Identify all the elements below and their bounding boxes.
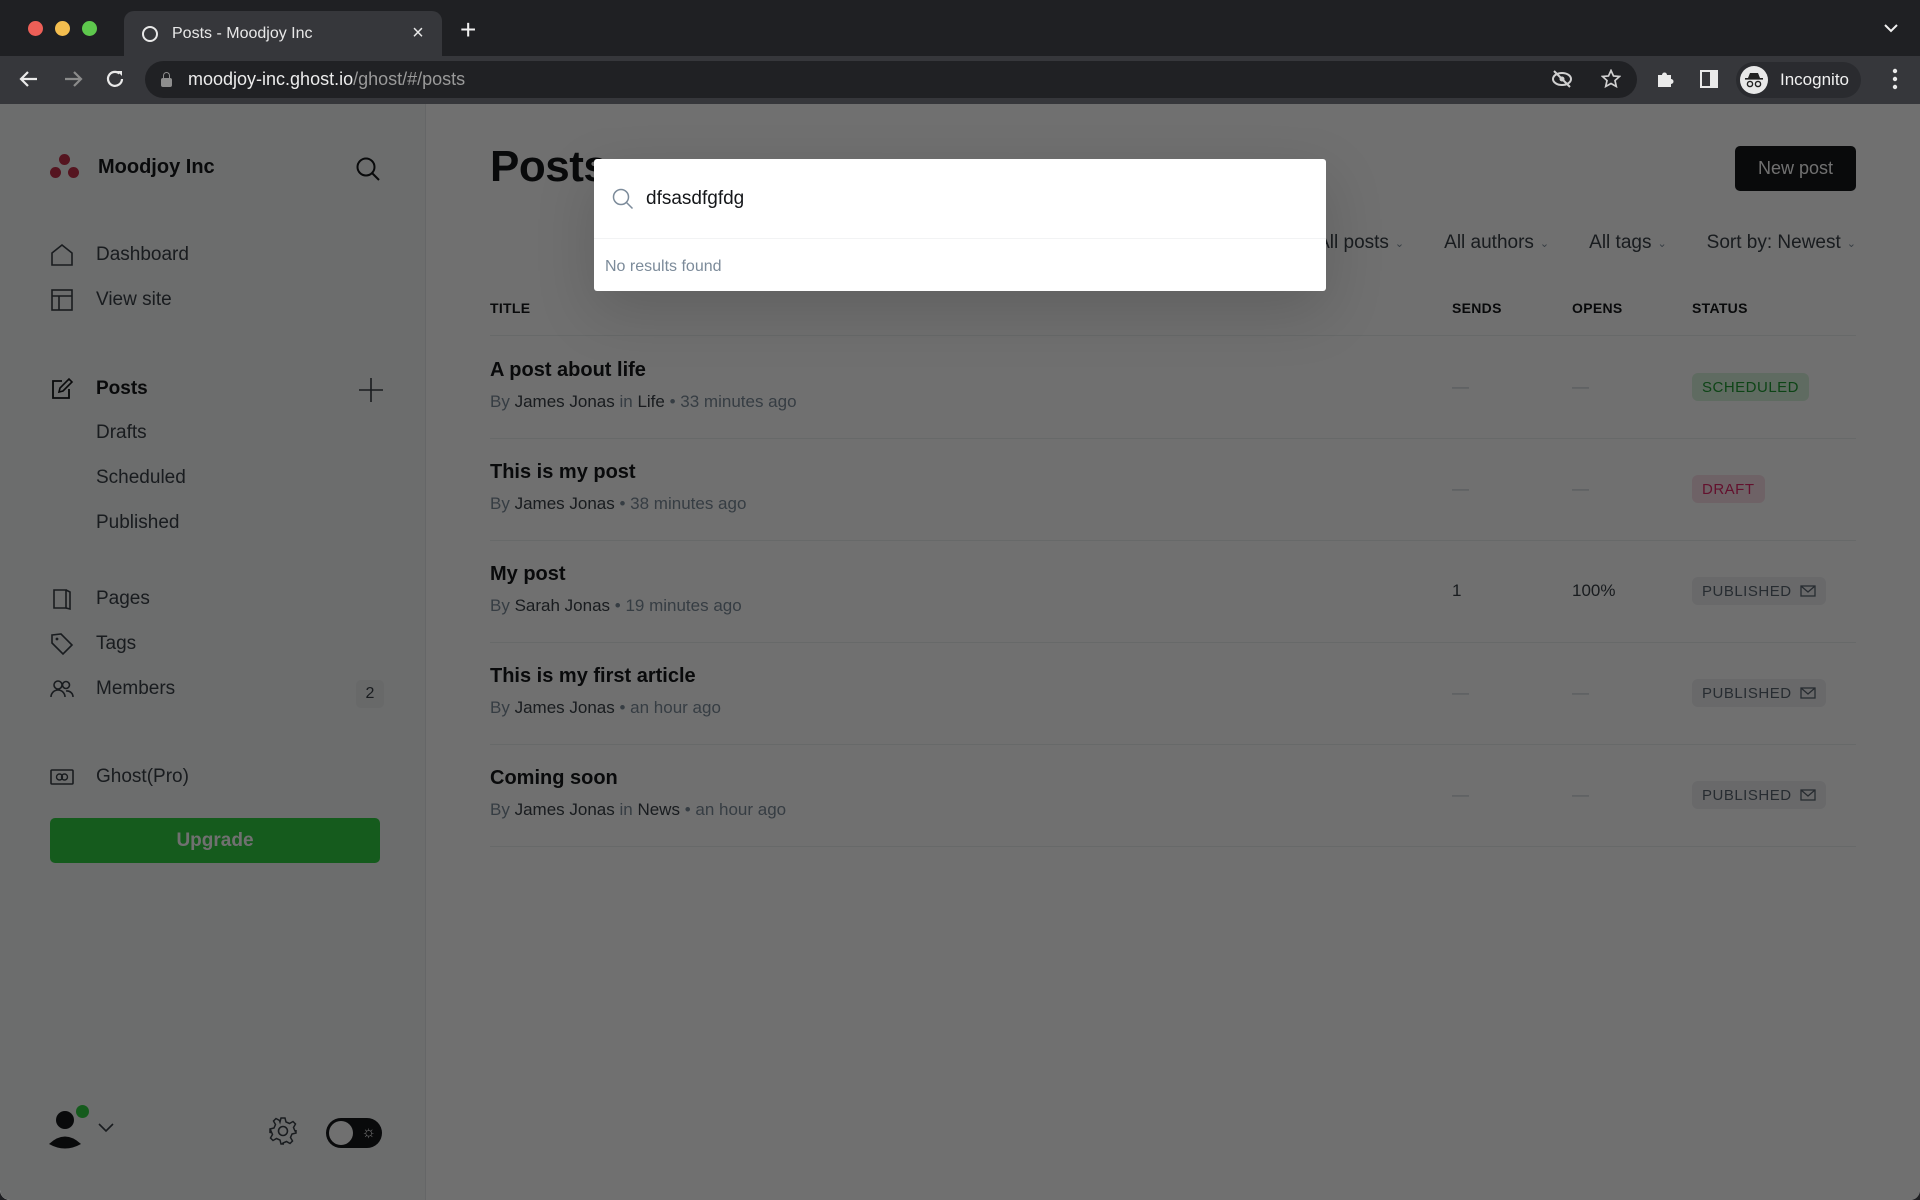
maximize-window-button[interactable] [82, 21, 97, 36]
extensions-puzzle-icon[interactable] [1655, 69, 1675, 94]
browser-tab[interactable]: Posts - Moodjoy Inc × [124, 11, 442, 56]
back-button[interactable] [14, 64, 44, 94]
search-icon [612, 188, 634, 209]
minimize-window-button[interactable] [55, 21, 70, 36]
search-modal: No results found [594, 159, 1326, 291]
side-panel-icon[interactable] [1699, 69, 1719, 94]
search-field [594, 159, 1326, 239]
reload-button[interactable] [100, 64, 130, 94]
url-host: moodjoy-inc.ghost.io [188, 69, 354, 89]
incognito-profile-button[interactable]: Incognito [1736, 62, 1861, 98]
new-tab-button[interactable]: + [460, 16, 476, 44]
forward-button[interactable] [58, 64, 88, 94]
ghost-favicon-icon [142, 25, 158, 42]
tab-title: Posts - Moodjoy Inc [172, 24, 313, 42]
incognito-icon [1740, 66, 1768, 94]
close-window-button[interactable] [28, 21, 43, 36]
close-tab-icon[interactable]: × [408, 22, 428, 45]
search-input[interactable] [646, 187, 1286, 210]
address-bar[interactable]: moodjoy-inc.ghost.io/ghost/#/posts [145, 61, 1637, 98]
browser-menu-icon[interactable] [1892, 68, 1898, 96]
browser-toolbar: moodjoy-inc.ghost.io/ghost/#/posts Incog… [0, 56, 1920, 104]
no-results-message: No results found [605, 258, 722, 275]
tab-strip: Posts - Moodjoy Inc × + [0, 0, 1920, 56]
url-path: /ghost/#/posts [353, 69, 466, 89]
browser-chrome: Posts - Moodjoy Inc × + moodjoy-inc.ghos… [0, 0, 1920, 104]
bookmark-star-icon[interactable] [1600, 68, 1622, 94]
eye-slash-icon[interactable] [1551, 69, 1573, 94]
tab-search-chevron-icon[interactable] [1884, 20, 1898, 38]
incognito-label: Incognito [1780, 70, 1849, 89]
ghost-admin-app: Moodjoy Inc Dashboard View site Posts [0, 104, 1920, 1200]
lock-icon [161, 71, 172, 87]
